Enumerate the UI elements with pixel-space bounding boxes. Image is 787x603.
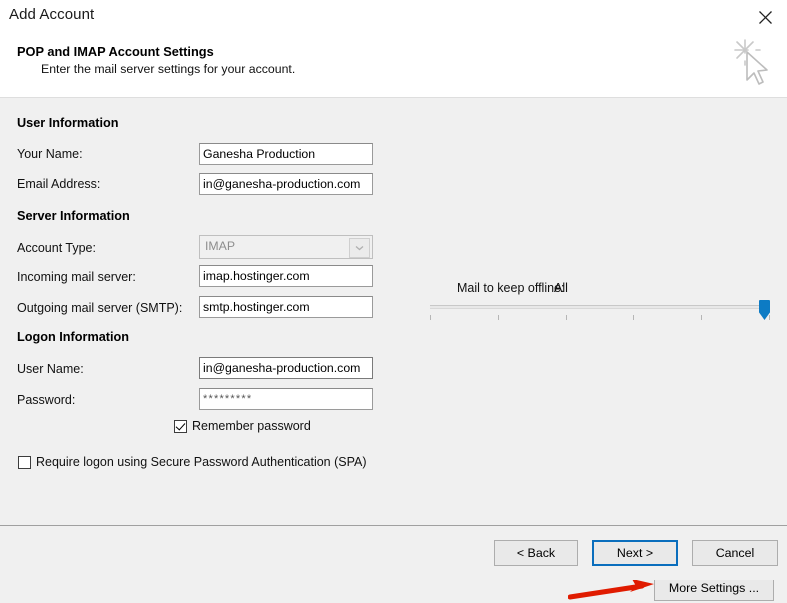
offline-slider-value: All	[554, 281, 568, 295]
email-address-input[interactable]	[199, 173, 373, 195]
slider-tick	[701, 315, 702, 320]
account-type-select: IMAP	[199, 235, 373, 259]
slider-tick	[566, 315, 567, 320]
password-input[interactable]	[199, 388, 373, 410]
incoming-server-label: Incoming mail server:	[17, 270, 136, 284]
red-arrow-annotation	[568, 577, 660, 603]
account-type-label: Account Type:	[17, 241, 96, 255]
slider-tick	[430, 315, 431, 320]
your-name-input[interactable]	[199, 143, 373, 165]
section-server-information: Server Information	[17, 209, 130, 223]
section-logon-information: Logon Information	[17, 330, 129, 344]
page-title: POP and IMAP Account Settings	[17, 44, 214, 59]
slider-track	[430, 305, 770, 309]
password-label: Password:	[17, 393, 75, 407]
sparkle-cursor-icon	[729, 34, 775, 90]
user-name-label: User Name:	[17, 362, 84, 376]
chevron-down-glyph	[355, 245, 364, 251]
your-name-label: Your Name:	[17, 147, 83, 161]
close-icon[interactable]	[751, 4, 779, 30]
remember-password-label: Remember password	[192, 419, 311, 433]
dialog-body: User Information Your Name: Email Addres…	[0, 98, 787, 525]
offline-slider[interactable]	[430, 300, 770, 326]
user-name-input[interactable]	[199, 357, 373, 379]
slider-tick	[498, 315, 499, 320]
window-title: Add Account	[9, 6, 94, 23]
email-address-label: Email Address:	[17, 177, 100, 191]
chevron-down-icon	[349, 238, 370, 258]
dialog-footer: < Back Next > Cancel	[0, 525, 787, 580]
section-user-information: User Information	[17, 116, 119, 130]
require-spa-label: Require logon using Secure Password Auth…	[36, 455, 367, 469]
offline-slider-label: Mail to keep offline:	[457, 281, 564, 295]
slider-tick	[769, 315, 770, 320]
slider-tick	[633, 315, 634, 320]
close-icon-glyph	[758, 10, 773, 25]
remember-password-checkbox[interactable]: Remember password	[174, 419, 311, 433]
checkbox-box	[18, 456, 31, 469]
require-spa-checkbox[interactable]: Require logon using Secure Password Auth…	[18, 455, 367, 469]
incoming-server-input[interactable]	[199, 265, 373, 287]
outgoing-server-input[interactable]	[199, 296, 373, 318]
page-subtitle: Enter the mail server settings for your …	[41, 62, 295, 76]
checkbox-box	[174, 420, 187, 433]
outgoing-server-label: Outgoing mail server (SMTP):	[17, 301, 182, 315]
dialog-header: Add Account POP and IMAP Account Setting…	[0, 0, 787, 98]
cancel-button[interactable]: Cancel	[692, 540, 778, 566]
back-button[interactable]: < Back	[494, 540, 578, 566]
next-button[interactable]: Next >	[592, 540, 678, 566]
account-type-value: IMAP	[205, 239, 235, 253]
